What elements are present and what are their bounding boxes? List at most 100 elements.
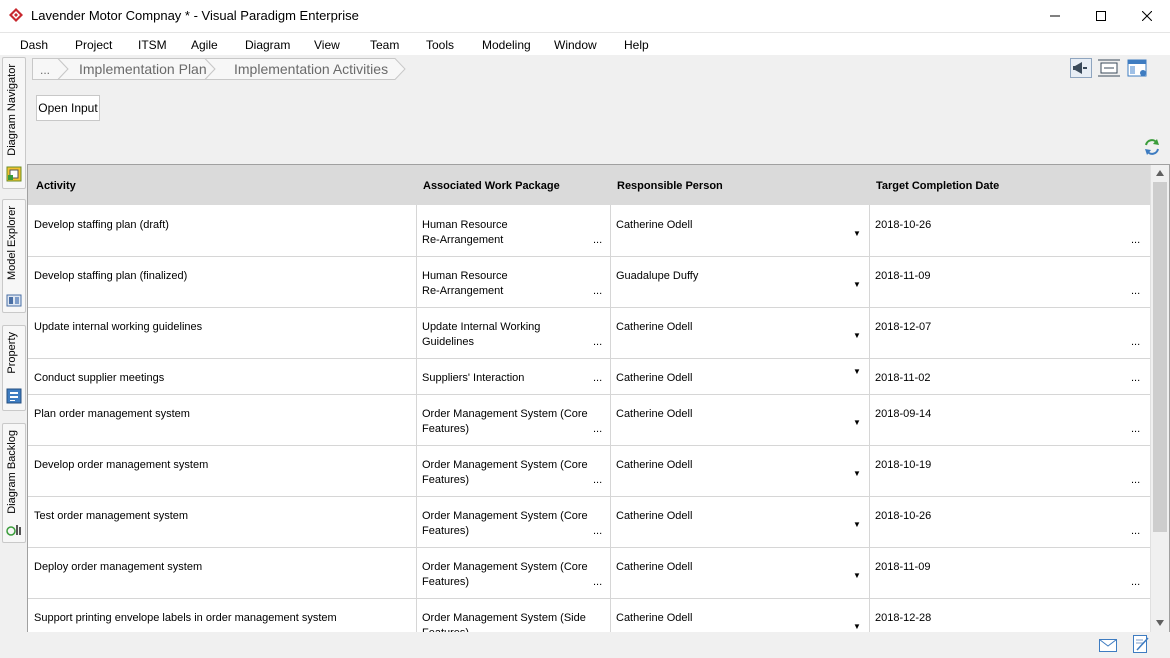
breadcrumb-ellipsis[interactable]: ... (40, 63, 50, 77)
breadcrumb-item-implementation-plan[interactable]: Implementation Plan (79, 61, 207, 77)
open-input-button[interactable]: Open Input (36, 95, 100, 121)
cell-work-package[interactable]: Order Management System (Core Features)..… (416, 395, 610, 445)
menu-tools[interactable]: Tools (426, 38, 454, 52)
table-row[interactable]: Develop order management system Order Man… (28, 446, 1150, 497)
close-button[interactable] (1124, 0, 1170, 32)
dropdown-arrow-icon[interactable]: ▼ (853, 418, 861, 427)
cell-activity[interactable]: Develop staffing plan (finalized) (28, 257, 416, 307)
cell-responsible-person[interactable]: Catherine Odell ▼ (610, 599, 869, 632)
cell-responsible-person[interactable]: Guadalupe Duffy ▼ (610, 257, 869, 307)
scroll-up-icon[interactable] (1156, 170, 1164, 176)
mail-icon[interactable] (1099, 639, 1117, 652)
header-target-completion-date[interactable]: Target Completion Date (876, 180, 999, 192)
table-row[interactable]: Deploy order management system Order Mana… (28, 548, 1150, 599)
cell-activity[interactable]: Conduct supplier meetings (28, 359, 416, 394)
edit-note-icon[interactable] (1133, 635, 1149, 653)
date-more-button[interactable]: ... (1131, 474, 1140, 486)
menu-team[interactable]: Team (370, 38, 399, 52)
menu-project[interactable]: Project (75, 38, 112, 52)
cell-target-date[interactable]: 2018-12-28... (869, 599, 1150, 632)
date-more-button[interactable]: ... (1131, 285, 1140, 297)
cell-responsible-person[interactable]: Catherine Odell ▼ (610, 548, 869, 598)
cell-target-date[interactable]: 2018-10-19... (869, 446, 1150, 496)
table-row[interactable]: Update internal working guidelines Update… (28, 308, 1150, 359)
date-more-button[interactable]: ... (1131, 423, 1140, 435)
cell-activity[interactable]: Update internal working guidelines (28, 308, 416, 358)
cell-work-package[interactable]: Update Internal Working Guidelines... (416, 308, 610, 358)
dropdown-arrow-icon[interactable]: ▼ (853, 571, 861, 580)
work-package-more-button[interactable]: ... (593, 336, 602, 348)
work-package-more-button[interactable]: ... (593, 423, 602, 435)
cell-target-date[interactable]: 2018-11-02... (869, 359, 1150, 394)
cell-activity[interactable]: Develop staffing plan (draft) (28, 206, 416, 256)
header-responsible-person[interactable]: Responsible Person (617, 180, 723, 192)
cell-work-package[interactable]: Suppliers' Interaction... (416, 359, 610, 394)
cell-work-package[interactable]: Order Management System (Core Features)..… (416, 548, 610, 598)
cell-activity[interactable]: Deploy order management system (28, 548, 416, 598)
sidebar-tab-diagram-backlog[interactable]: Diagram Backlog (2, 423, 26, 543)
vertical-scrollbar[interactable] (1150, 165, 1169, 632)
header-associated-work-package[interactable]: Associated Work Package (423, 180, 560, 192)
cell-activity[interactable]: Plan order management system (28, 395, 416, 445)
date-more-button[interactable]: ... (1131, 336, 1140, 348)
dropdown-arrow-icon[interactable]: ▼ (853, 331, 861, 340)
menu-view[interactable]: View (314, 38, 340, 52)
cell-responsible-person[interactable]: Catherine Odell ▼ (610, 206, 869, 256)
table-row[interactable]: Support printing envelope labels in orde… (28, 599, 1150, 632)
refresh-icon[interactable] (1143, 138, 1161, 156)
menu-agile[interactable]: Agile (191, 38, 218, 52)
dropdown-arrow-icon[interactable]: ▼ (853, 469, 861, 478)
table-row[interactable]: Develop staffing plan (finalized) Human R… (28, 257, 1150, 308)
table-row[interactable]: Test order management system Order Manage… (28, 497, 1150, 548)
menu-dash[interactable]: Dash (20, 38, 48, 52)
table-row[interactable]: Plan order management system Order Manage… (28, 395, 1150, 446)
sidebar-tab-model-explorer[interactable]: Model Explorer (2, 199, 26, 313)
cell-target-date[interactable]: 2018-11-09... (869, 257, 1150, 307)
menu-window[interactable]: Window (554, 38, 597, 52)
cell-responsible-person[interactable]: Catherine Odell ▼ (610, 308, 869, 358)
minimize-button[interactable] (1032, 0, 1078, 32)
sidebar-tab-diagram-navigator[interactable]: Diagram Navigator (2, 57, 26, 189)
header-activity[interactable]: Activity (36, 180, 76, 192)
menu-itsm[interactable]: ITSM (138, 38, 167, 52)
table-row[interactable]: Conduct supplier meetings Suppliers' Inte… (28, 359, 1150, 395)
scroll-down-icon[interactable] (1156, 620, 1164, 626)
table-row[interactable]: Develop staffing plan (draft) Human Resou… (28, 206, 1150, 257)
maximize-button[interactable] (1078, 0, 1124, 32)
cell-responsible-person[interactable]: Catherine Odell ▼ (610, 359, 869, 394)
cell-target-date[interactable]: 2018-12-07... (869, 308, 1150, 358)
cell-target-date[interactable]: 2018-11-09... (869, 548, 1150, 598)
cell-work-package[interactable]: Order Management System (Side Features)..… (416, 599, 610, 632)
dropdown-arrow-icon[interactable]: ▼ (853, 280, 861, 289)
work-package-more-button[interactable]: ... (593, 525, 602, 537)
breadcrumb-item-implementation-activities[interactable]: Implementation Activities (234, 61, 388, 77)
cell-responsible-person[interactable]: Catherine Odell ▼ (610, 497, 869, 547)
menu-modeling[interactable]: Modeling (482, 38, 531, 52)
fit-width-button[interactable] (1098, 58, 1120, 78)
menu-diagram[interactable]: Diagram (245, 38, 290, 52)
date-more-button[interactable]: ... (1131, 234, 1140, 246)
cell-target-date[interactable]: 2018-09-14... (869, 395, 1150, 445)
cell-target-date[interactable]: 2018-10-26... (869, 206, 1150, 256)
announcement-button[interactable] (1070, 58, 1092, 78)
date-more-button[interactable]: ... (1131, 372, 1140, 384)
cell-responsible-person[interactable]: Catherine Odell ▼ (610, 395, 869, 445)
dropdown-arrow-icon[interactable]: ▼ (853, 622, 861, 631)
cell-work-package[interactable]: Order Management System (Core Features)..… (416, 497, 610, 547)
cell-activity[interactable]: Test order management system (28, 497, 416, 547)
cell-work-package[interactable]: Human Resource Re-Arrangement... (416, 206, 610, 256)
date-more-button[interactable]: ... (1131, 576, 1140, 588)
sidebar-tab-property[interactable]: Property (2, 325, 26, 411)
dropdown-arrow-icon[interactable]: ▼ (853, 229, 861, 238)
work-package-more-button[interactable]: ... (593, 372, 602, 384)
layout-button[interactable] (1127, 58, 1149, 78)
cell-target-date[interactable]: 2018-10-26... (869, 497, 1150, 547)
dropdown-arrow-icon[interactable]: ▼ (853, 367, 861, 376)
work-package-more-button[interactable]: ... (593, 234, 602, 246)
cell-work-package[interactable]: Order Management System (Core Features)..… (416, 446, 610, 496)
cell-activity[interactable]: Develop order management system (28, 446, 416, 496)
work-package-more-button[interactable]: ... (593, 576, 602, 588)
work-package-more-button[interactable]: ... (593, 474, 602, 486)
date-more-button[interactable]: ... (1131, 525, 1140, 537)
cell-responsible-person[interactable]: Catherine Odell ▼ (610, 446, 869, 496)
